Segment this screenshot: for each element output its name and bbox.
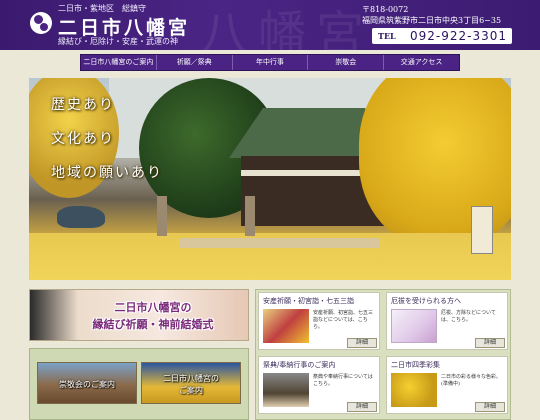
nav-item-prayer[interactable]: 祈願／祭典 <box>157 55 233 70</box>
nav-item-events[interactable]: 年中行事 <box>233 55 309 70</box>
details-button[interactable]: 詳細 <box>475 402 505 412</box>
card-desc: 二日市の彩る様々な色彩。(準備中) <box>441 374 502 387</box>
card-festival[interactable]: 祭典/奉納行事のご案内 祭典や奉納行事についてはこちら。 詳細 <box>258 356 380 414</box>
card-shikisai[interactable]: 二日市四季彩集 二日市の彩る様々な色彩。(準備中) 詳細 <box>386 356 508 414</box>
mitsudomoe-crest-icon[interactable] <box>30 12 52 34</box>
sukeikai-banner[interactable]: 崇敬会のご案内 <box>37 362 137 404</box>
guide-banner-line2: ご案内 <box>179 386 203 395</box>
card-thumbnail <box>391 373 437 407</box>
card-thumbnail <box>263 309 309 343</box>
main-nav: 二日市八幡宮のご案内 祈願／祭典 年中行事 崇敬会 交通アクセス <box>80 54 460 71</box>
sukeikai-banner-label: 崇敬会のご案内 <box>59 380 115 389</box>
details-button[interactable]: 詳細 <box>347 338 377 348</box>
header-blessing: 縁結び・厄除け・安産・武運の神 <box>58 37 178 46</box>
guide-banner[interactable]: 二日市八幡宮の ご案内 <box>141 362 241 404</box>
wedding-banner[interactable]: 二日市八幡宮の 縁結び祈願・神前結婚式 <box>29 289 249 341</box>
wedding-banner-line2: 縁結び祈願・神前結婚式 <box>92 318 214 331</box>
hero-copy-line1: 歴史あり <box>51 97 115 113</box>
header-watermark: 八幡宮 <box>200 6 375 50</box>
hero-image: 歴史あり 文化あり 地域の願いあり <box>29 78 511 280</box>
nav-item-access[interactable]: 交通アクセス <box>384 55 459 70</box>
details-button[interactable]: 詳細 <box>475 338 505 348</box>
site-header: 八幡宮 二日市・紫地区 総鎮守 二日市八幡宮 縁結び・厄除け・安産・武運の神 〒… <box>0 0 540 50</box>
card-thumbnail <box>391 309 437 343</box>
card-title: 二日市四季彩集 <box>391 361 440 369</box>
stone-lantern-center <box>245 196 255 236</box>
tel-label: TEL <box>378 31 396 41</box>
hero-stone-path <box>179 238 379 248</box>
tel-box[interactable]: TEL 092-922-3301 <box>372 28 512 44</box>
card-yakubarai[interactable]: 厄祓を受けられる方へ 厄祓、方除などについては、こちら。 詳細 <box>386 292 508 350</box>
address: 福岡県筑紫野市二日市中央3丁目6−35 <box>362 16 502 25</box>
hero-copy-line2: 文化あり <box>51 131 115 147</box>
details-button[interactable]: 詳細 <box>347 402 377 412</box>
postal-code: 〒818-0072 <box>362 5 409 14</box>
card-desc: 安産祈願、初宮詣、七五三詣などについては、こちら。 <box>313 310 374 330</box>
nav-item-about[interactable]: 二日市八幡宮のご案内 <box>81 55 157 70</box>
nav-item-sukeikai[interactable]: 崇敬会 <box>308 55 385 70</box>
card-title: 安産祈願・初宮詣・七五三詣 <box>263 297 354 305</box>
card-desc: 厄祓、方除などについては、こちら。 <box>441 310 496 323</box>
tel-number[interactable]: 092-922-3301 <box>410 29 507 43</box>
card-title: 厄祓を受けられる方へ <box>391 297 461 305</box>
card-thumbnail <box>263 373 309 407</box>
card-title: 祭典/奉納行事のご案内 <box>263 361 336 369</box>
signpost <box>471 206 493 254</box>
horse-statue <box>57 206 105 228</box>
wedding-banner-line1: 二日市八幡宮の <box>114 301 192 314</box>
hero-copy-line3: 地域の願いあり <box>51 165 163 181</box>
card-desc: 祭典や奉納行事についてはこちら。 <box>313 374 373 387</box>
guide-banner-line1: 二日市八幡宮の <box>163 374 219 383</box>
stone-lantern-left <box>157 196 167 236</box>
card-anzan[interactable]: 安産祈願・初宮詣・七五三詣 安産祈願、初宮詣、七五三詣などについては、こちら。 … <box>258 292 380 350</box>
